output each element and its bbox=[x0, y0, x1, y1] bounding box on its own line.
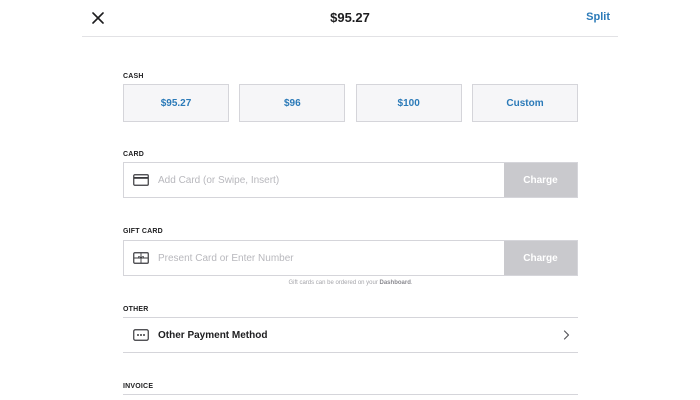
chevron-wrap bbox=[554, 330, 578, 340]
gift-card-note-text: Gift cards can be ordered on your bbox=[288, 280, 378, 286]
cash-option-96[interactable]: $96 bbox=[239, 84, 346, 122]
chevron-right-icon bbox=[563, 330, 569, 340]
gift-card-icon bbox=[133, 252, 149, 264]
gift-card-input-row: Charge bbox=[123, 240, 578, 276]
cash-option-100[interactable]: $100 bbox=[355, 84, 462, 122]
split-button[interactable]: Split bbox=[586, 11, 610, 23]
card-charge-button[interactable]: Charge bbox=[504, 163, 577, 197]
dashboard-link[interactable]: Dashboard bbox=[380, 280, 411, 286]
header: $95.27 Split bbox=[0, 0, 700, 36]
gift-card-note-suffix: . bbox=[410, 280, 413, 286]
cash-section-label: CASH bbox=[123, 73, 144, 80]
cash-option-custom[interactable]: Custom bbox=[471, 84, 578, 122]
other-icon-wrap bbox=[123, 329, 158, 341]
cash-option-exact[interactable]: $95.27 bbox=[123, 84, 229, 122]
invoice-section-label: INVOICE bbox=[123, 383, 154, 390]
gift-card-number-input[interactable] bbox=[158, 241, 504, 275]
other-payment-method-row[interactable]: Other Payment Method bbox=[123, 317, 578, 353]
gift-card-icon-wrap bbox=[124, 241, 158, 275]
other-section-label: OTHER bbox=[123, 306, 149, 313]
card-input-row: Charge bbox=[123, 162, 578, 198]
card-section-label: CARD bbox=[123, 151, 145, 158]
other-payment-method-label: Other Payment Method bbox=[158, 329, 268, 341]
card-number-input[interactable] bbox=[158, 163, 504, 197]
gift-card-note: Gift cards can be ordered on your Dashbo… bbox=[123, 280, 578, 286]
more-dots-icon bbox=[132, 329, 149, 341]
credit-card-icon bbox=[133, 174, 149, 186]
header-divider bbox=[82, 36, 618, 37]
invoice-divider bbox=[123, 394, 578, 395]
gift-card-section-label: GIFT CARD bbox=[123, 228, 163, 235]
cash-options: $95.27 $96 $100 Custom bbox=[123, 84, 578, 122]
card-icon-wrap bbox=[124, 163, 158, 197]
gift-card-charge-button[interactable]: Charge bbox=[504, 241, 577, 275]
payment-screen: $95.27 Split CASH $95.27 $96 $100 Custom… bbox=[0, 0, 700, 400]
